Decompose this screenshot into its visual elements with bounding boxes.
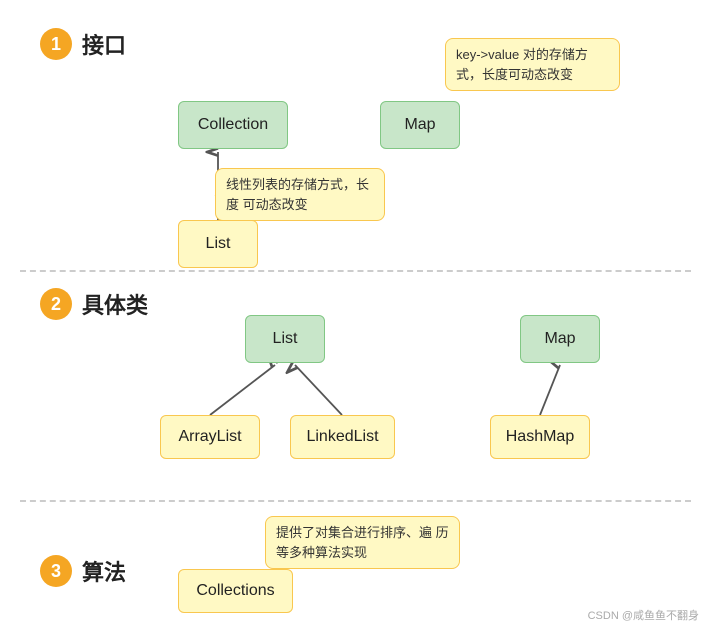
section1-title: 接口: [82, 28, 126, 60]
node-arraylist: ArrayList: [160, 415, 260, 459]
node-list-s1: List: [178, 220, 258, 268]
divider-2: [20, 500, 691, 502]
node-hashmap: HashMap: [490, 415, 590, 459]
tooltip-map: key->value 对的存储方 式，长度可动态改变: [445, 38, 620, 91]
node-linkedlist: LinkedList: [290, 415, 395, 459]
watermark: CSDN @咸鱼鱼不翻身: [588, 607, 699, 623]
section1-num: 1: [40, 28, 72, 60]
diagram-container: 1 接口 Collection Map List key->value 对的存储…: [0, 0, 711, 631]
section2-label: 2 具体类: [40, 288, 148, 320]
node-list-s2: List: [245, 315, 325, 363]
divider-1: [20, 270, 691, 272]
section2-num: 2: [40, 288, 72, 320]
node-map-s1: Map: [380, 101, 460, 149]
section2-title: 具体类: [82, 288, 148, 320]
node-collection: Collection: [178, 101, 288, 149]
section3-num: 3: [40, 555, 72, 587]
section3-label: 3 算法: [40, 555, 126, 587]
tooltip-list: 线性列表的存储方式，长度 可动态改变: [215, 168, 385, 221]
node-map-s2: Map: [520, 315, 600, 363]
section1-label: 1 接口: [40, 28, 126, 60]
section3-title: 算法: [82, 555, 126, 587]
tooltip-collections: 提供了对集合进行排序、遍 历等多种算法实现: [265, 516, 460, 569]
node-collections: Collections: [178, 569, 293, 613]
